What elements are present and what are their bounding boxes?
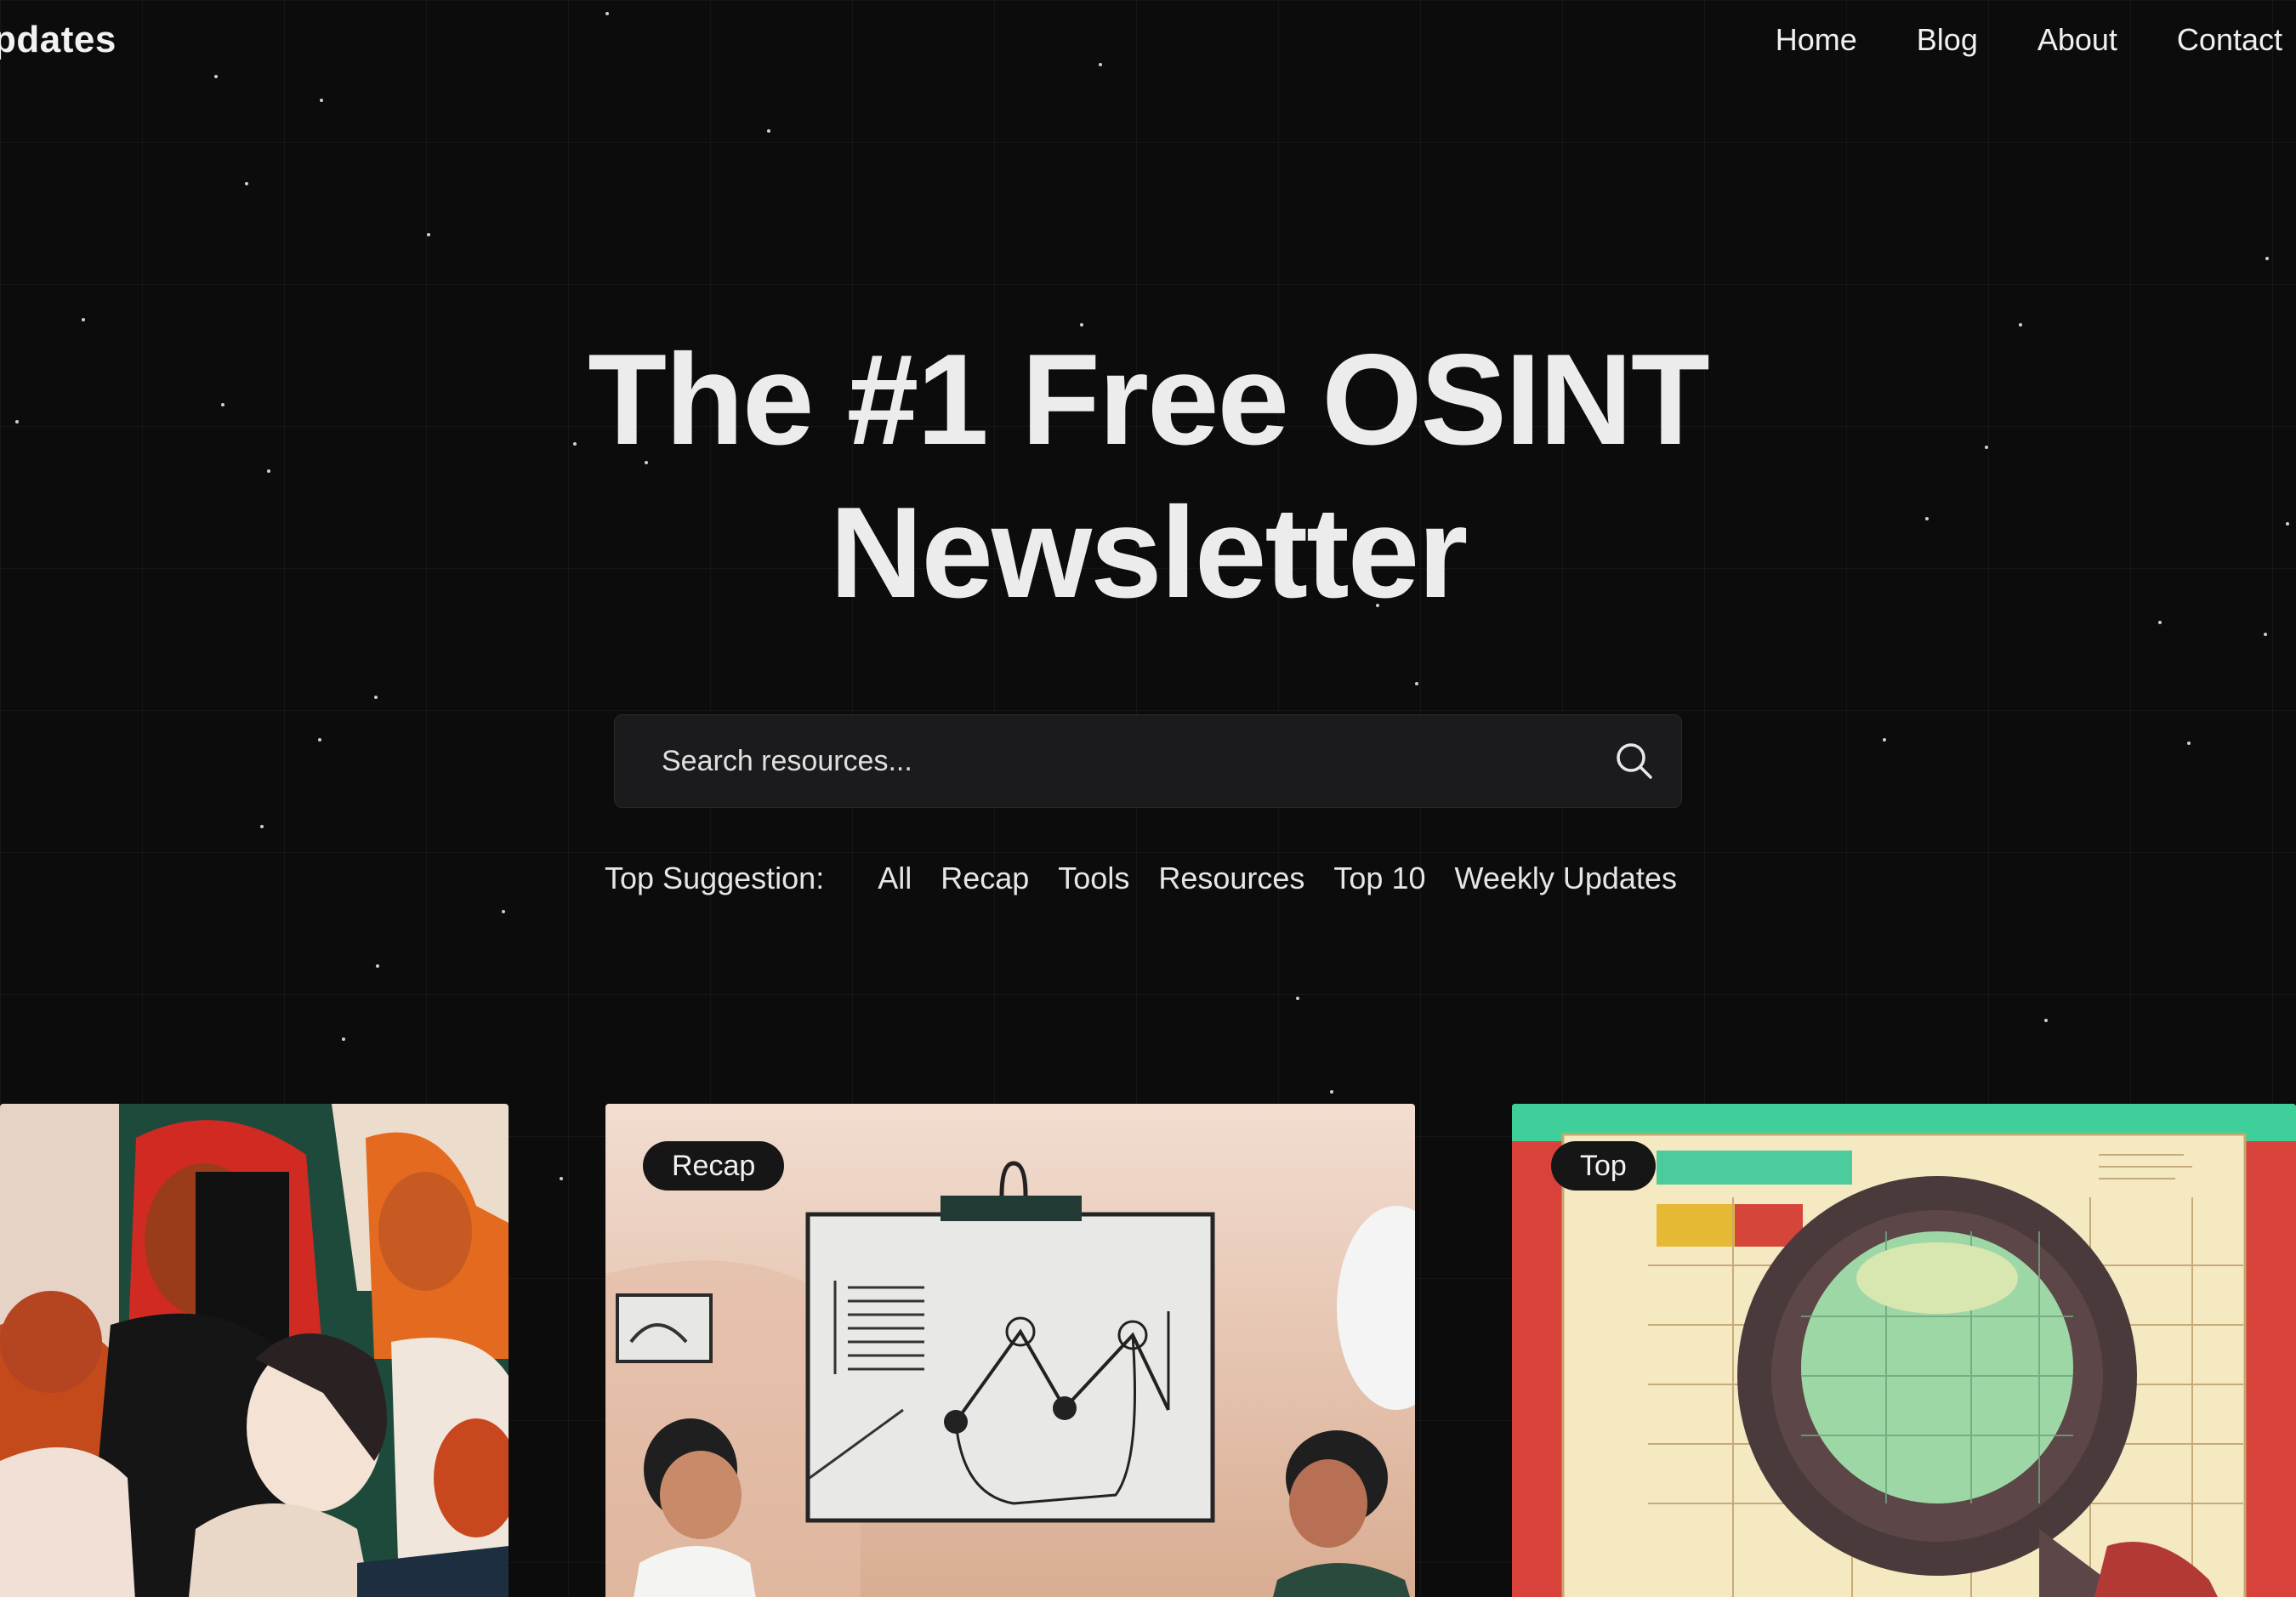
- suggestion-top-10[interactable]: Top 10: [1333, 861, 1425, 896]
- suggestion-all[interactable]: All: [878, 861, 912, 896]
- search-icon: [1617, 743, 1652, 779]
- brand-logo-text[interactable]: pdates: [0, 19, 117, 61]
- people-illustration: [0, 1104, 509, 1597]
- search-input[interactable]: [615, 715, 1588, 807]
- search-bar: [614, 714, 1682, 808]
- category-badge-top[interactable]: Top: [1551, 1141, 1656, 1191]
- suggestion-tools[interactable]: Tools: [1058, 861, 1129, 896]
- site-header: pdates Home Blog About Contact: [0, 0, 2296, 85]
- suggestion-weekly-updates[interactable]: Weekly Updates: [1455, 861, 1677, 896]
- suggestions-label: Top Suggestion:: [605, 861, 825, 895]
- nav-blog-link[interactable]: Blog: [1917, 22, 1978, 58]
- hero-title-line-2: Newsletter: [829, 480, 1469, 625]
- hero-title-line-1: The #1 Free OSINT: [588, 327, 1710, 472]
- category-badge-recap[interactable]: Recap: [643, 1141, 785, 1191]
- suggestion-resources[interactable]: Resources: [1158, 861, 1304, 896]
- main-nav: Home Blog About Contact: [1776, 22, 2282, 58]
- article-card[interactable]: [0, 1104, 509, 1597]
- search-button[interactable]: [1588, 714, 1681, 808]
- top-suggestions: Top Suggestion: All Recap Tools Resource…: [0, 861, 2296, 896]
- article-card-recap[interactable]: Recap: [605, 1104, 1415, 1597]
- hero-title: The #1 Free OSINT Newsletter: [0, 323, 2296, 629]
- nav-home-link[interactable]: Home: [1776, 22, 1857, 58]
- article-card-top[interactable]: Top: [1512, 1104, 2296, 1597]
- page: pdates Home Blog About Contact The #1 Fr…: [0, 0, 2296, 1597]
- nav-contact-link[interactable]: Contact: [2177, 22, 2282, 58]
- suggestion-recap[interactable]: Recap: [941, 861, 1029, 896]
- nav-about-link[interactable]: About: [2037, 22, 2117, 58]
